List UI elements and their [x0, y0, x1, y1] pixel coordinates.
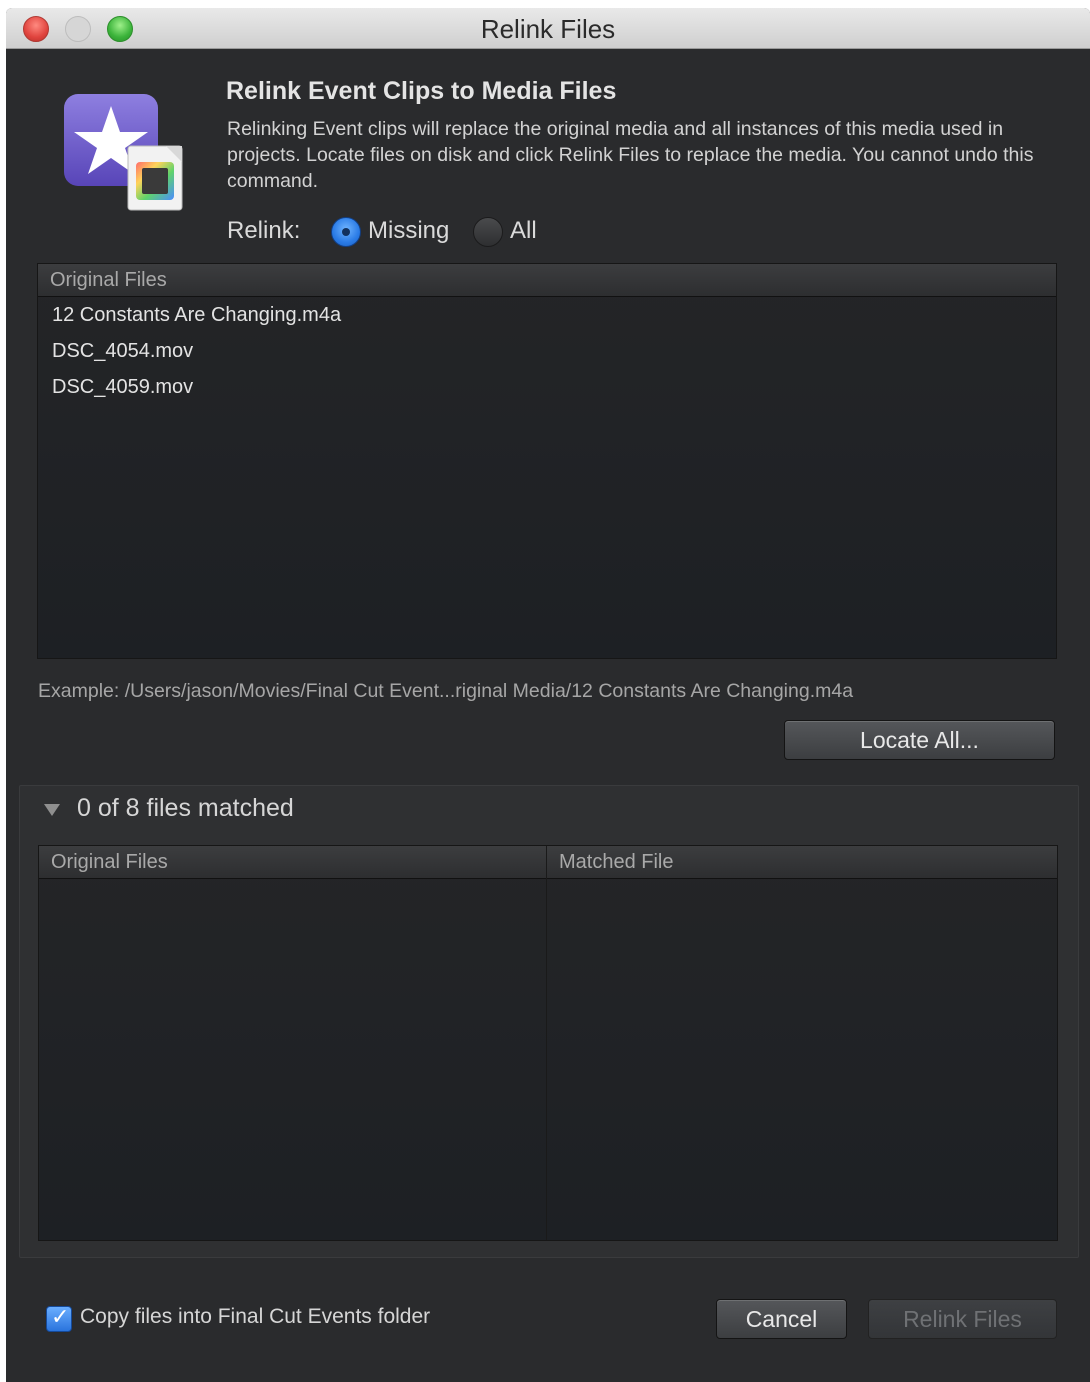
dialog-description: Relinking Event clips will replace the o… [227, 118, 1034, 192]
files-matched-status: 0 of 8 files matched [77, 794, 294, 822]
relink-missing-label[interactable]: Missing [368, 217, 449, 245]
checkmark-icon: ✓ [51, 1304, 70, 1329]
original-files-table[interactable]: Original Files 12 Constants Are Changing… [37, 263, 1057, 659]
table-header: Original Files [38, 264, 1056, 297]
table-row[interactable]: DSC_4054.mov [38, 333, 1056, 369]
title-bar: Relink Files [6, 8, 1090, 49]
window-title: Relink Files [480, 14, 616, 44]
column-header-original-files[interactable]: Original Files [50, 269, 167, 292]
relink-files-button[interactable]: Relink Files [868, 1299, 1057, 1339]
table-header: Original Files Matched File [39, 846, 1057, 879]
column-header-matched-file[interactable]: Matched File [559, 851, 674, 874]
matched-files-table[interactable]: Original Files Matched File [38, 845, 1058, 1241]
column-divider [546, 846, 547, 1240]
example-path: Example: /Users/jason/Movies/Final Cut E… [38, 680, 854, 702]
original-files-list: 12 Constants Are Changing.m4a DSC_4054.m… [38, 297, 1056, 405]
column-header-original-files[interactable]: Original Files [51, 851, 168, 874]
relink-all-label[interactable]: All [510, 217, 537, 245]
table-row[interactable]: 12 Constants Are Changing.m4a [38, 297, 1056, 333]
match-results-panel: 0 of 8 files matched Original Files Matc… [19, 785, 1079, 1258]
relink-label: Relink: [227, 217, 301, 244]
final-cut-event-icon [64, 94, 183, 211]
locate-all-button[interactable]: Locate All... [784, 720, 1055, 760]
copy-files-checkbox[interactable]: ✓ [46, 1304, 72, 1332]
table-row[interactable]: DSC_4059.mov [38, 369, 1056, 405]
dialog-heading: Relink Event Clips to Media Files [226, 77, 617, 105]
disclosure-triangle-icon[interactable] [44, 804, 60, 816]
copy-files-label[interactable]: Copy files into Final Cut Events folder [80, 1305, 430, 1329]
cancel-button[interactable]: Cancel [716, 1299, 847, 1339]
relink-all-radio[interactable] [473, 217, 503, 247]
relink-missing-radio[interactable] [331, 217, 361, 247]
